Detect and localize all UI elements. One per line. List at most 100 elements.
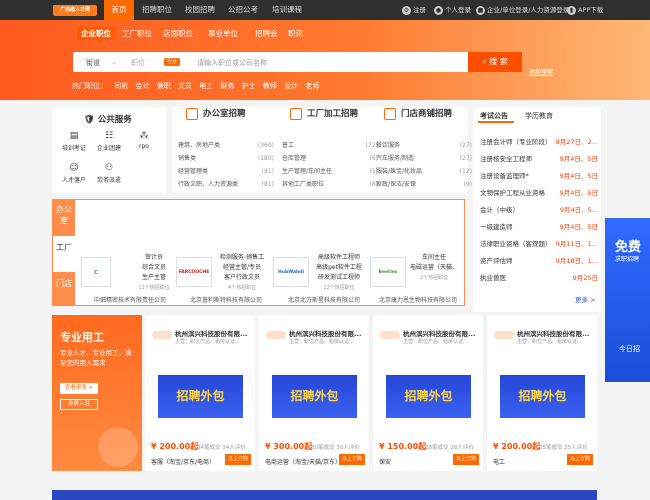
search-button[interactable]: ⌕ 搜 索 — [468, 52, 522, 72]
tab-company-jobs[interactable]: 企业职位 — [77, 27, 115, 40]
office-icon — [186, 108, 198, 120]
tab-office[interactable]: 办公室 — [53, 200, 75, 236]
product-card[interactable]: 杭州滨兴科技股份有限... 主营：职位产品、租房认证... 招聘外包 ¥ 200… — [145, 315, 255, 471]
store-jobs-title[interactable]: 门店商铺招聘 — [376, 107, 472, 121]
company-logo[interactable]: Beetles — [370, 257, 406, 287]
list-item[interactable]: 仓库管理 (6) — [282, 152, 378, 165]
office-jobs-title[interactable]: 办公室招聘 — [178, 107, 274, 121]
list-item[interactable]: 经营管理类 (81) — [178, 165, 274, 178]
list-item[interactable]: 销售类 (180) — [178, 152, 274, 165]
product-card[interactable]: 杭州滨兴科技股份有限... 主营：职位产品、租房认证... 招聘外包 ¥ 200… — [487, 315, 597, 471]
nav-home[interactable]: 首页 — [104, 0, 134, 20]
hot-job[interactable]: 护士 — [242, 82, 256, 90]
notice-row[interactable]: 文物保护工程从业资格 9月4日、5日 — [480, 185, 598, 202]
nav-campus[interactable]: 校园招聘 — [183, 0, 217, 20]
tab-news[interactable]: 职讯 — [288, 27, 303, 40]
buy-button[interactable]: 马上订购 — [339, 454, 365, 465]
active-tab-underline — [478, 121, 514, 123]
notice-row[interactable]: 一级建造师 9月4日、5日 — [480, 219, 598, 236]
industry-tag[interactable]: 行业 — [164, 58, 181, 66]
buy-button[interactable]: 马上订购 — [567, 454, 593, 465]
service-dispatch[interactable]: ⚇ 劳务派遣 — [91, 163, 127, 184]
nav-jobs[interactable]: 招聘职位 — [140, 0, 174, 20]
company-name[interactable]: 中细精密技术有限责任公司 — [80, 295, 180, 304]
notice-row[interactable]: 执业兽医 9月25日 — [480, 270, 598, 287]
notice-row[interactable]: 资产评估师 9月18日、1... — [480, 253, 598, 270]
product-card[interactable]: 杭州滨兴科技股份有限... 主营：职位产品、租房认证... 招聘外包 ¥ 150… — [373, 315, 483, 471]
service-training[interactable]: ▤ 培训考证 — [56, 131, 92, 152]
decor-circle — [98, 427, 138, 467]
tab-store[interactable]: 门店 — [53, 272, 75, 306]
product-banner: 招聘外包 — [272, 375, 357, 418]
hot-job[interactable]: 老师 — [305, 82, 319, 90]
hot-job[interactable]: 财务 — [220, 82, 234, 90]
free-join-button[interactable]: 免费入驻 — [60, 399, 98, 410]
hot-job[interactable]: 司机 — [114, 82, 128, 90]
notice-row[interactable]: 法律职业资格（客观题） 9月11日、1... — [480, 236, 598, 253]
handshake-icon: ⚇ — [104, 163, 114, 173]
tab-public-units[interactable]: 事业单位 — [208, 27, 238, 40]
tab-store-jobs[interactable]: 店面职位 — [163, 27, 193, 40]
company-logo[interactable]: FARCOOCHE — [176, 257, 212, 287]
search-input[interactable]: 请输入职位或公司名称 — [197, 58, 267, 68]
buy-button[interactable]: 马上订购 — [225, 454, 251, 465]
company-login-link[interactable]: ■ 企业/单位登录/人力资源登录 — [476, 0, 569, 20]
list-item[interactable]: 建筑、房地产类 (360) — [178, 139, 274, 152]
notice-row[interactable]: 会计（中级） 9月4日、5... — [480, 202, 598, 219]
personal-login-link[interactable]: ● 个人登录 — [434, 0, 471, 20]
company-logo[interactable]: HubWahdi — [273, 257, 309, 287]
tab-education[interactable]: 学历教育 — [525, 111, 553, 121]
hot-job[interactable]: 设计 — [284, 82, 298, 90]
advanced-search-link[interactable]: 高级搜索 — [529, 67, 553, 76]
list-item[interactable]: 家政/保洁/安保 (9) — [376, 178, 472, 191]
hot-job[interactable]: 兼职 — [157, 82, 171, 90]
notice-row[interactable]: 注册会计师（专业阶段） 8月27日、2... — [480, 134, 598, 151]
team-icon: ☷ — [104, 131, 114, 141]
buy-button[interactable]: 马上订购 — [453, 454, 479, 465]
more-link[interactable]: 更多 > — [575, 294, 596, 304]
company-name[interactable]: 北京北方斯星科技有限公司 — [278, 295, 370, 304]
product-banner: 招聘外包 — [500, 375, 585, 418]
list-item[interactable]: 行政文职、人力资源类 (81) — [178, 178, 274, 191]
factory-jobs-title[interactable]: 工厂加工招聘 — [282, 107, 378, 121]
company-logo[interactable]: C — [81, 257, 111, 287]
product-meta: 34笔成交 34人评价 — [197, 445, 246, 451]
tab-factory[interactable]: 工厂 — [53, 236, 75, 272]
company-jobs[interactable]: 高级软件工程师 高级pet软件工程 研发测试工程师 12个热招职位 — [311, 253, 367, 293]
list-item[interactable]: 生产管理/车间主任 (5) — [282, 165, 378, 178]
list-item[interactable]: 餐饮服务 (27) — [376, 139, 472, 152]
product-card[interactable]: 杭州滨兴科技股份有限... 主营：职位产品、租房认证... 招聘外包 ¥ 300… — [259, 315, 369, 471]
hot-job[interactable]: 文员 — [178, 82, 192, 90]
list-item[interactable]: 普工 (72) — [282, 139, 378, 152]
site-logo[interactable]: 广西南人才网 — [53, 5, 97, 16]
nav-exam[interactable]: 公招公考 — [226, 0, 260, 20]
hot-job[interactable]: 教师 — [263, 82, 277, 90]
company-jobs[interactable]: 审计员 综合文员 生产主管 11个热招职位 — [134, 253, 174, 293]
company-jobs[interactable]: 车间主任 电磁运营（天猫、 2个热招职位 — [406, 253, 462, 283]
hot-job[interactable]: 会计 — [135, 82, 149, 90]
product-price: ¥ 200.00起 — [151, 442, 199, 451]
company-name[interactable]: 北京普利斯特科技有限公司 — [180, 295, 272, 304]
view-more-button[interactable]: 查看更多 > — [60, 383, 98, 394]
tab-factory-jobs[interactable]: 工厂职位 — [122, 27, 152, 40]
notice-row[interactable]: 注册核安全工程师 9月4日、5日 — [480, 151, 598, 168]
tab-exam-notice[interactable]: 考试公告 — [480, 111, 508, 121]
side-ad-banner[interactable]: 免费 求职招聘 今日招 — [605, 218, 650, 382]
service-team[interactable]: ☷ 企业团建 — [91, 131, 127, 152]
list-item[interactable]: 汽车服务/制造 (27) — [376, 152, 472, 165]
company-jobs[interactable]: 检测服务-销售工 经营主管/专员 客户行政文员 4个热招职位 — [214, 253, 270, 293]
service-rpo[interactable]: ⁂ rpo — [126, 131, 162, 150]
position-select[interactable]: 职位 — [131, 58, 145, 68]
service-settle[interactable]: ☺ 人才落户 — [56, 163, 92, 184]
company-name[interactable]: 北京康力恩生物科技有限公司 — [372, 295, 464, 304]
app-download-link[interactable]: ▮ APP下载 — [567, 0, 603, 20]
tab-job-fair[interactable]: 招聘会 — [255, 27, 278, 40]
notice-row[interactable]: 注册设备监理师* 9月4日、5日 — [480, 168, 598, 185]
nav-training[interactable]: 培训课程 — [270, 0, 304, 20]
hot-job[interactable]: 电工 — [199, 82, 213, 90]
location-select[interactable]: 街道 — [86, 58, 100, 68]
list-item[interactable]: 其他工厂类职位 (8) — [282, 178, 378, 191]
register-link[interactable]: ⚙ 注册 — [402, 0, 426, 20]
list-item[interactable]: 服装/珠宝/化妆品 (12) — [376, 165, 472, 178]
